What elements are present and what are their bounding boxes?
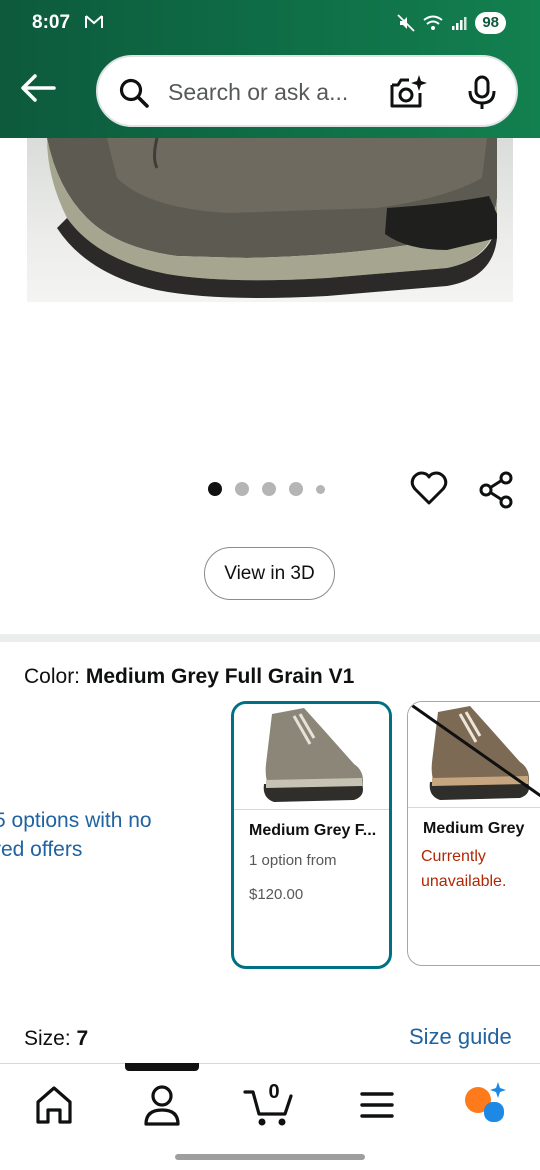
swatch-price: $120.00 xyxy=(249,886,304,903)
heart-icon[interactable] xyxy=(410,470,448,508)
options-link-line1: 5 options with no xyxy=(0,809,152,832)
search-bar[interactable]: Search or ask a... xyxy=(96,55,518,127)
options-link-line2: red offers xyxy=(0,838,83,861)
status-icons: 98 xyxy=(397,12,506,34)
size-selection-label: Size: 7 xyxy=(24,1027,88,1051)
swatch-subtitle: 1 option from xyxy=(249,852,337,869)
carousel-dot[interactable] xyxy=(289,482,303,496)
color-swatch-selected[interactable]: Medium Grey F... 1 option from $120.00 xyxy=(231,701,392,969)
menu-icon[interactable] xyxy=(350,1080,404,1130)
view-in-3d-button[interactable]: View in 3D xyxy=(204,547,335,600)
swatch-title: Medium Grey xyxy=(423,820,525,837)
search-icon xyxy=(119,78,149,108)
options-link[interactable]: 5 options with no red offers xyxy=(0,806,152,864)
status-time: 8:07 xyxy=(32,12,71,33)
swatch-status: Currently unavailable. xyxy=(421,848,507,890)
color-value: Medium Grey Full Grain V1 xyxy=(85,665,355,688)
color-selection-label: Color: Medium Grey Full Grain V1 xyxy=(24,665,354,689)
carousel-dot[interactable] xyxy=(316,484,325,494)
carousel-dot[interactable] xyxy=(262,482,276,496)
carousel-dot[interactable] xyxy=(208,482,222,496)
size-guide-link[interactable]: Size guide xyxy=(409,1024,512,1050)
wifi-icon xyxy=(423,15,443,30)
gmail-icon xyxy=(85,15,103,28)
swatch-image xyxy=(234,704,389,810)
boot-photo xyxy=(47,138,497,298)
color-swatch-unavailable[interactable]: Medium Grey Currently unavailable. xyxy=(407,701,540,966)
cart-count: 0 xyxy=(268,1081,280,1103)
account-icon[interactable] xyxy=(135,1080,189,1130)
search-input[interactable]: Search or ask a... xyxy=(168,75,373,109)
assistant-icon[interactable] xyxy=(458,1080,512,1130)
swatch-image xyxy=(408,702,540,808)
product-image[interactable] xyxy=(27,138,513,302)
app-header: 8:07 98 Search or ask a... xyxy=(0,0,540,138)
mute-icon xyxy=(397,14,415,32)
home-icon[interactable] xyxy=(27,1080,81,1130)
share-icon[interactable] xyxy=(477,470,515,510)
signal-icon xyxy=(452,17,467,30)
swatch-title: Medium Grey F... xyxy=(249,822,377,839)
status-bar: 8:07 98 xyxy=(0,0,540,46)
size-value: 7 xyxy=(76,1027,89,1050)
active-tab-indicator xyxy=(125,1063,199,1071)
microphone-icon[interactable] xyxy=(466,75,498,111)
gesture-bar xyxy=(175,1154,365,1160)
color-label: Color: xyxy=(24,665,86,688)
section-divider xyxy=(0,634,540,642)
size-label: Size: xyxy=(24,1027,77,1050)
carousel-dot[interactable] xyxy=(235,482,249,496)
back-arrow-icon[interactable] xyxy=(18,70,58,106)
camera-lens-icon[interactable] xyxy=(388,73,428,111)
battery-indicator: 98 xyxy=(475,12,506,34)
carousel-dots xyxy=(208,482,325,496)
